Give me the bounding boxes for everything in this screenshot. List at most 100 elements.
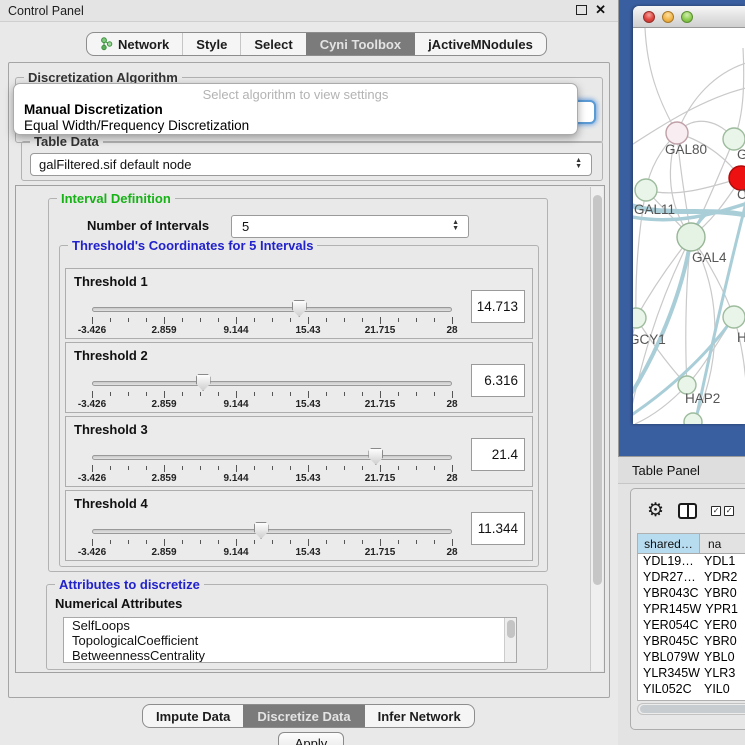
GAL80-node[interactable] <box>666 122 688 144</box>
table-row[interactable]: YLR345WYLR3 <box>638 666 745 682</box>
table-row[interactable]: YBR043CYBR0 <box>638 586 745 602</box>
threshold-value-field[interactable]: 21.4 <box>471 438 525 471</box>
attribute-list-item[interactable]: SelfLoops <box>64 618 516 633</box>
cell-name[interactable]: YER0 <box>700 618 745 634</box>
settings-vertical-scrollbar[interactable] <box>590 187 603 671</box>
combo-arrows-icon[interactable]: ▲▼ <box>575 158 582 170</box>
tab-cyni-toolbox[interactable]: Cyni Toolbox <box>306 33 414 55</box>
cell-shared-name[interactable]: YIL052C <box>638 682 700 698</box>
cell-name[interactable]: YDR2 <box>700 570 745 586</box>
cell-shared-name[interactable]: YDR27… <box>638 570 700 586</box>
threshold-slider[interactable]: -3.4262.8599.14415.4321.71528 <box>92 453 452 483</box>
cell-name[interactable]: YBR0 <box>700 634 745 650</box>
threshold-slider[interactable]: -3.4262.8599.14415.4321.71528 <box>92 527 452 557</box>
table-row[interactable]: YDL19…YDL1 <box>638 554 745 570</box>
table-horizontal-scrollbar[interactable] <box>637 703 745 715</box>
columns-icon[interactable] <box>678 503 697 519</box>
slider-track[interactable] <box>92 529 452 534</box>
mac-zoom-icon[interactable] <box>681 11 693 23</box>
H-node[interactable] <box>723 306 745 328</box>
cell-name[interactable]: YBR0 <box>700 586 745 602</box>
network-edge[interactable] <box>635 385 687 424</box>
slider-track[interactable] <box>92 307 452 312</box>
threshold-value-field[interactable]: 14.713 <box>471 290 525 323</box>
axis-tick-label: 9.144 <box>223 325 248 336</box>
mac-close-icon[interactable] <box>643 11 655 23</box>
slider-thumb[interactable] <box>196 374 211 391</box>
tab-discretize-data[interactable]: Discretize Data <box>243 705 363 727</box>
axis-tick-label: 15.43 <box>295 473 320 484</box>
cell-name[interactable]: YDL1 <box>700 554 745 570</box>
network-edge[interactable] <box>646 178 741 193</box>
slider-thumb[interactable] <box>292 300 307 317</box>
slider-track[interactable] <box>92 381 452 386</box>
table-panel: ⚙ ✓ ✓ shared… na YDL19…YDL1YDR27…YDR2YBR… <box>630 488 745 730</box>
mac-minimize-icon[interactable] <box>662 11 674 23</box>
table-row[interactable]: YDR27…YDR2 <box>638 570 745 586</box>
table-data-combobox-value: galFiltered.sif default node <box>39 157 191 172</box>
threshold-slider[interactable]: -3.4262.8599.14415.4321.71528 <box>92 379 452 409</box>
slider-track[interactable] <box>92 455 452 460</box>
cell-shared-name[interactable]: YPR145W <box>638 602 701 618</box>
bottom-node[interactable] <box>684 413 702 424</box>
gear-icon[interactable]: ⚙ <box>647 501 664 521</box>
table-row[interactable]: YBL079WYBL0 <box>638 650 745 666</box>
numerical-attributes-list[interactable]: SelfLoopsTopologicalCoefficientBetweenne… <box>63 617 517 663</box>
table-data-combobox[interactable]: galFiltered.sif default node ▲▼ <box>30 153 592 176</box>
attributes-list-scrollbar[interactable] <box>504 618 516 662</box>
threshold-slider[interactable]: -3.4262.8599.14415.4321.71528 <box>92 305 452 335</box>
tab-style[interactable]: Style <box>182 33 240 55</box>
threshold-value-field[interactable]: 11.344 <box>471 512 525 545</box>
checkbox-icon[interactable]: ✓ <box>724 506 734 516</box>
slider-tick-labels: -3.4262.8599.14415.4321.71528 <box>92 473 452 483</box>
cell-shared-name[interactable]: YBR043C <box>638 586 700 602</box>
cell-shared-name[interactable]: YBL079W <box>638 650 700 666</box>
table-row[interactable]: YPR145WYPR1 <box>638 602 745 618</box>
threshold-value-field[interactable]: 6.316 <box>471 364 525 397</box>
cell-name[interactable]: YPR1 <box>701 602 745 618</box>
spinner-arrows-icon[interactable]: ▲▼ <box>452 220 459 232</box>
GAL11-node[interactable] <box>635 179 657 201</box>
cell-shared-name[interactable]: YDL19… <box>638 554 700 570</box>
table-row[interactable]: YER054CYER0 <box>638 618 745 634</box>
cell-name[interactable]: YLR3 <box>700 666 745 682</box>
GCY1-node[interactable] <box>633 308 646 328</box>
number-of-intervals-spinner[interactable]: 5 ▲▼ <box>231 215 469 238</box>
apply-button[interactable]: Apply <box>278 732 344 745</box>
threshold-label: Threshold 2 <box>74 348 148 363</box>
tab-jactivemnodules[interactable]: jActiveMNodules <box>414 33 546 55</box>
tab-impute-data[interactable]: Impute Data <box>143 705 243 727</box>
slider-thumb[interactable] <box>368 448 383 465</box>
cell-name[interactable]: YBL0 <box>700 650 745 666</box>
tab-label: Select <box>254 37 292 52</box>
network-edge[interactable] <box>645 28 677 133</box>
tab-select[interactable]: Select <box>240 33 305 55</box>
number-of-intervals-label: Number of Intervals <box>87 218 209 233</box>
interval-definition-group-title: Interval Definition <box>57 191 175 206</box>
popup-item-equal-width-frequency[interactable]: Equal Width/Frequency Discretization <box>14 118 577 134</box>
column-header-name[interactable]: na <box>700 534 745 553</box>
tab-network[interactable]: Network <box>87 33 182 55</box>
column-header-shared-name[interactable]: shared… <box>638 534 700 553</box>
interval-definition-group: Interval Definition Number of Intervals … <box>48 198 548 572</box>
slider-thumb[interactable] <box>254 522 269 539</box>
GAL4-node[interactable] <box>677 223 705 251</box>
table-row[interactable]: YBR045CYBR0 <box>638 634 745 650</box>
cell-shared-name[interactable]: YLR345W <box>638 666 700 682</box>
close-icon[interactable]: ✕ <box>595 4 606 16</box>
popup-item-manual-discretization[interactable]: Manual Discretization <box>14 102 577 118</box>
tab-infer-network[interactable]: Infer Network <box>364 705 474 727</box>
cell-shared-name[interactable]: YBR045C <box>638 634 700 650</box>
attribute-list-item[interactable]: TopologicalCoefficient <box>64 633 516 648</box>
cell-name[interactable]: YIL0 <box>700 682 745 698</box>
node-label-GAL11: GAL11 <box>634 202 675 217</box>
node-label-HA: HA <box>737 330 745 345</box>
float-window-icon[interactable] <box>576 5 587 15</box>
table-row[interactable]: YIL052CYIL0 <box>638 682 745 698</box>
network-edge[interactable] <box>734 48 744 139</box>
network-canvas[interactable]: GAL80GACGAL11GAL4GCY1HAHAP2 <box>633 28 745 424</box>
cell-shared-name[interactable]: YER054C <box>638 618 700 634</box>
slider-tick-labels: -3.4262.8599.14415.4321.71528 <box>92 325 452 335</box>
attribute-list-item[interactable]: BetweennessCentrality <box>64 648 516 663</box>
checkbox-icon[interactable]: ✓ <box>711 506 721 516</box>
